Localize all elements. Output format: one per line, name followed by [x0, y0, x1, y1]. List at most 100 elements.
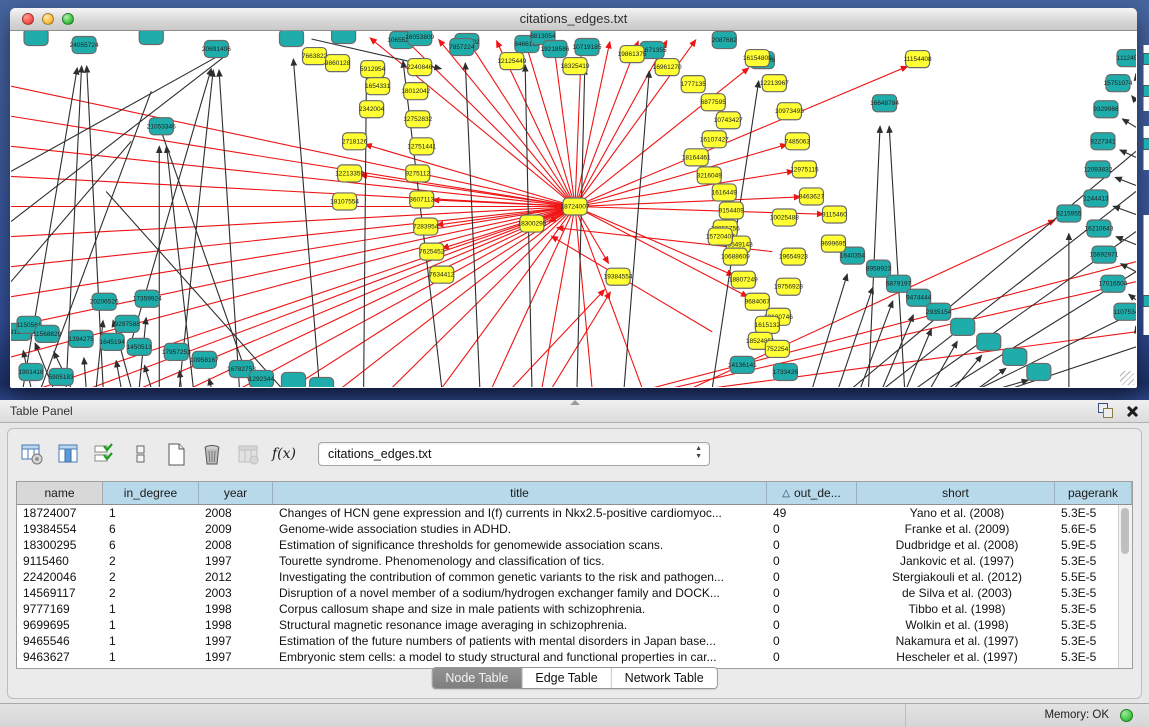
tab-node-table[interactable]: Node Table [432, 668, 522, 688]
network-node[interactable]: 19654923 [779, 248, 808, 265]
network-node[interactable] [279, 31, 303, 47]
table-row[interactable]: 1456911722003Disruption of a novel membe… [17, 585, 1119, 601]
network-node[interactable]: 2087682 [712, 32, 738, 49]
window-titlebar[interactable]: citations_edges.txt [10, 8, 1137, 31]
network-node[interactable]: 3607113 [409, 191, 434, 208]
network-node[interactable]: 7625452 [419, 243, 445, 260]
network-node[interactable] [1027, 363, 1051, 380]
network-canvas[interactable]: 2405572420691406106552871527602846616010… [11, 31, 1136, 387]
network-node[interactable]: 24055724 [70, 37, 99, 54]
network-node[interactable]: 16210643 [1084, 220, 1113, 237]
network-node[interactable]: 5912954 [360, 61, 386, 78]
network-node[interactable]: 17359924 [133, 290, 162, 307]
network-node[interactable]: 16154808 [743, 50, 772, 67]
network-node[interactable]: 9297588 [115, 315, 141, 332]
table-row[interactable]: 1872400712008Changes of HCN gene express… [17, 505, 1119, 521]
network-node[interactable]: 9684067 [745, 293, 771, 310]
network-node[interactable] [951, 318, 975, 335]
column-header-in_degree[interactable]: in_degree [103, 482, 199, 504]
network-node[interactable]: 6877595 [701, 94, 727, 111]
network-node[interactable]: 12125449 [497, 53, 526, 70]
network-node[interactable]: 9227341 [1090, 133, 1116, 150]
column-header-short[interactable]: short [857, 482, 1055, 504]
row-boxes-button[interactable] [128, 442, 152, 466]
network-node[interactable]: 12213967 [760, 75, 789, 92]
column-header-name[interactable]: name [17, 482, 103, 504]
column-header-year[interactable]: year [199, 482, 273, 504]
select-rows-button[interactable] [92, 442, 116, 466]
network-node[interactable]: 10025488 [770, 209, 799, 226]
memory-indicator[interactable] [1120, 709, 1133, 722]
network-node[interactable]: 21053346 [147, 118, 176, 135]
network-node[interactable]: 18807249 [729, 271, 758, 288]
network-node[interactable]: 15720407 [706, 228, 735, 245]
network-node[interactable]: 16961270 [653, 59, 682, 76]
network-node[interactable]: 7634412 [429, 266, 455, 283]
network-node[interactable]: 10958167 [190, 351, 219, 368]
network-node[interactable]: 7283954 [413, 218, 439, 235]
network-node[interactable]: 1654331 [365, 78, 391, 95]
network-node[interactable]: 15692971 [1089, 246, 1118, 263]
float-panel-icon[interactable] [1098, 403, 1113, 418]
network-node[interactable]: 6879197 [886, 275, 912, 292]
table-row[interactable]: 911546021997Tourette syndrome. Phenomeno… [17, 553, 1119, 569]
network-node[interactable] [332, 31, 356, 44]
network-node[interactable]: 18325419 [561, 58, 590, 75]
close-panel-icon[interactable] [1125, 404, 1139, 418]
network-node[interactable]: 10973493 [775, 103, 804, 120]
network-node[interactable]: 18107554 [330, 193, 359, 210]
network-node[interactable]: 11568829 [33, 325, 62, 342]
delete-table-button[interactable] [200, 442, 224, 466]
table-row[interactable]: 946362711997Embryonic stem cells: a mode… [17, 649, 1119, 665]
network-node[interactable]: 7857224 [449, 39, 475, 56]
network-node[interactable]: 1777135 [681, 76, 707, 93]
network-node[interactable]: 1901418 [18, 363, 44, 380]
network-node[interactable]: 1733426 [773, 363, 799, 380]
network-node[interactable]: 19861375 [618, 46, 647, 63]
network-node[interactable]: 2342004 [359, 101, 385, 118]
network-node[interactable]: 1450513 [127, 338, 153, 355]
network-node[interactable]: 1292344 [249, 370, 275, 387]
table-row[interactable]: 2242004622012Investigating the contribut… [17, 569, 1119, 585]
network-node[interactable] [310, 377, 334, 387]
network-node[interactable]: 752254 [765, 340, 789, 357]
network-node[interactable]: 2718126 [342, 133, 368, 150]
network-node[interactable]: 1244413 [1083, 190, 1109, 207]
network-node[interactable]: 20691406 [202, 41, 231, 58]
network-node[interactable]: 10743427 [714, 112, 743, 129]
network-node[interactable]: 12093832 [1083, 161, 1112, 178]
network-node[interactable] [281, 372, 305, 387]
network-node[interactable]: 12975115 [790, 161, 819, 178]
network-node[interactable]: 12213359 [335, 165, 364, 182]
table-row[interactable]: 946554611997Estimation of the future num… [17, 633, 1119, 649]
network-node[interactable]: 1645194 [100, 333, 126, 350]
network-node[interactable]: 9860128 [325, 55, 351, 72]
network-node[interactable]: 1394275 [68, 330, 94, 347]
network-node[interactable]: 8958923 [866, 260, 892, 277]
table-settings-button[interactable] [20, 442, 44, 466]
scrollbar-thumb[interactable] [1121, 508, 1129, 554]
table-row[interactable]: 977716911998Corpus callosum shape and si… [17, 601, 1119, 617]
network-node[interactable]: 17016504 [1099, 275, 1128, 292]
network-node[interactable] [24, 31, 48, 46]
network-node[interactable]: 9329966 [1093, 101, 1119, 118]
table-row[interactable]: 1938455462009Genome-wide association stu… [17, 521, 1119, 537]
column-header-title[interactable]: title [273, 482, 767, 504]
network-node[interactable]: 9275112 [405, 165, 430, 182]
network-node[interactable]: 9463627 [799, 188, 825, 205]
network-node[interactable]: 19384554 [604, 268, 633, 285]
network-node[interactable]: 7485063 [785, 133, 811, 150]
network-node[interactable]: 18300295 [517, 215, 546, 232]
network-node[interactable]: 1112458 [1117, 50, 1136, 67]
network-node[interactable]: 11154408 [904, 51, 932, 68]
function-builder-button[interactable]: f(x) [272, 442, 296, 466]
network-node[interactable]: 5905183 [48, 368, 74, 385]
network-node[interactable]: 12751441 [407, 138, 436, 155]
network-node[interactable]: 10719185 [573, 39, 602, 56]
network-node[interactable] [977, 333, 1001, 350]
network-node[interactable]: 12752832 [403, 111, 432, 128]
split-collapse-arrow[interactable] [570, 400, 580, 405]
network-node[interactable]: 10688609 [721, 248, 750, 265]
window-resize-grip[interactable] [1120, 371, 1134, 385]
tab-edge-table[interactable]: Edge Table [522, 668, 611, 688]
